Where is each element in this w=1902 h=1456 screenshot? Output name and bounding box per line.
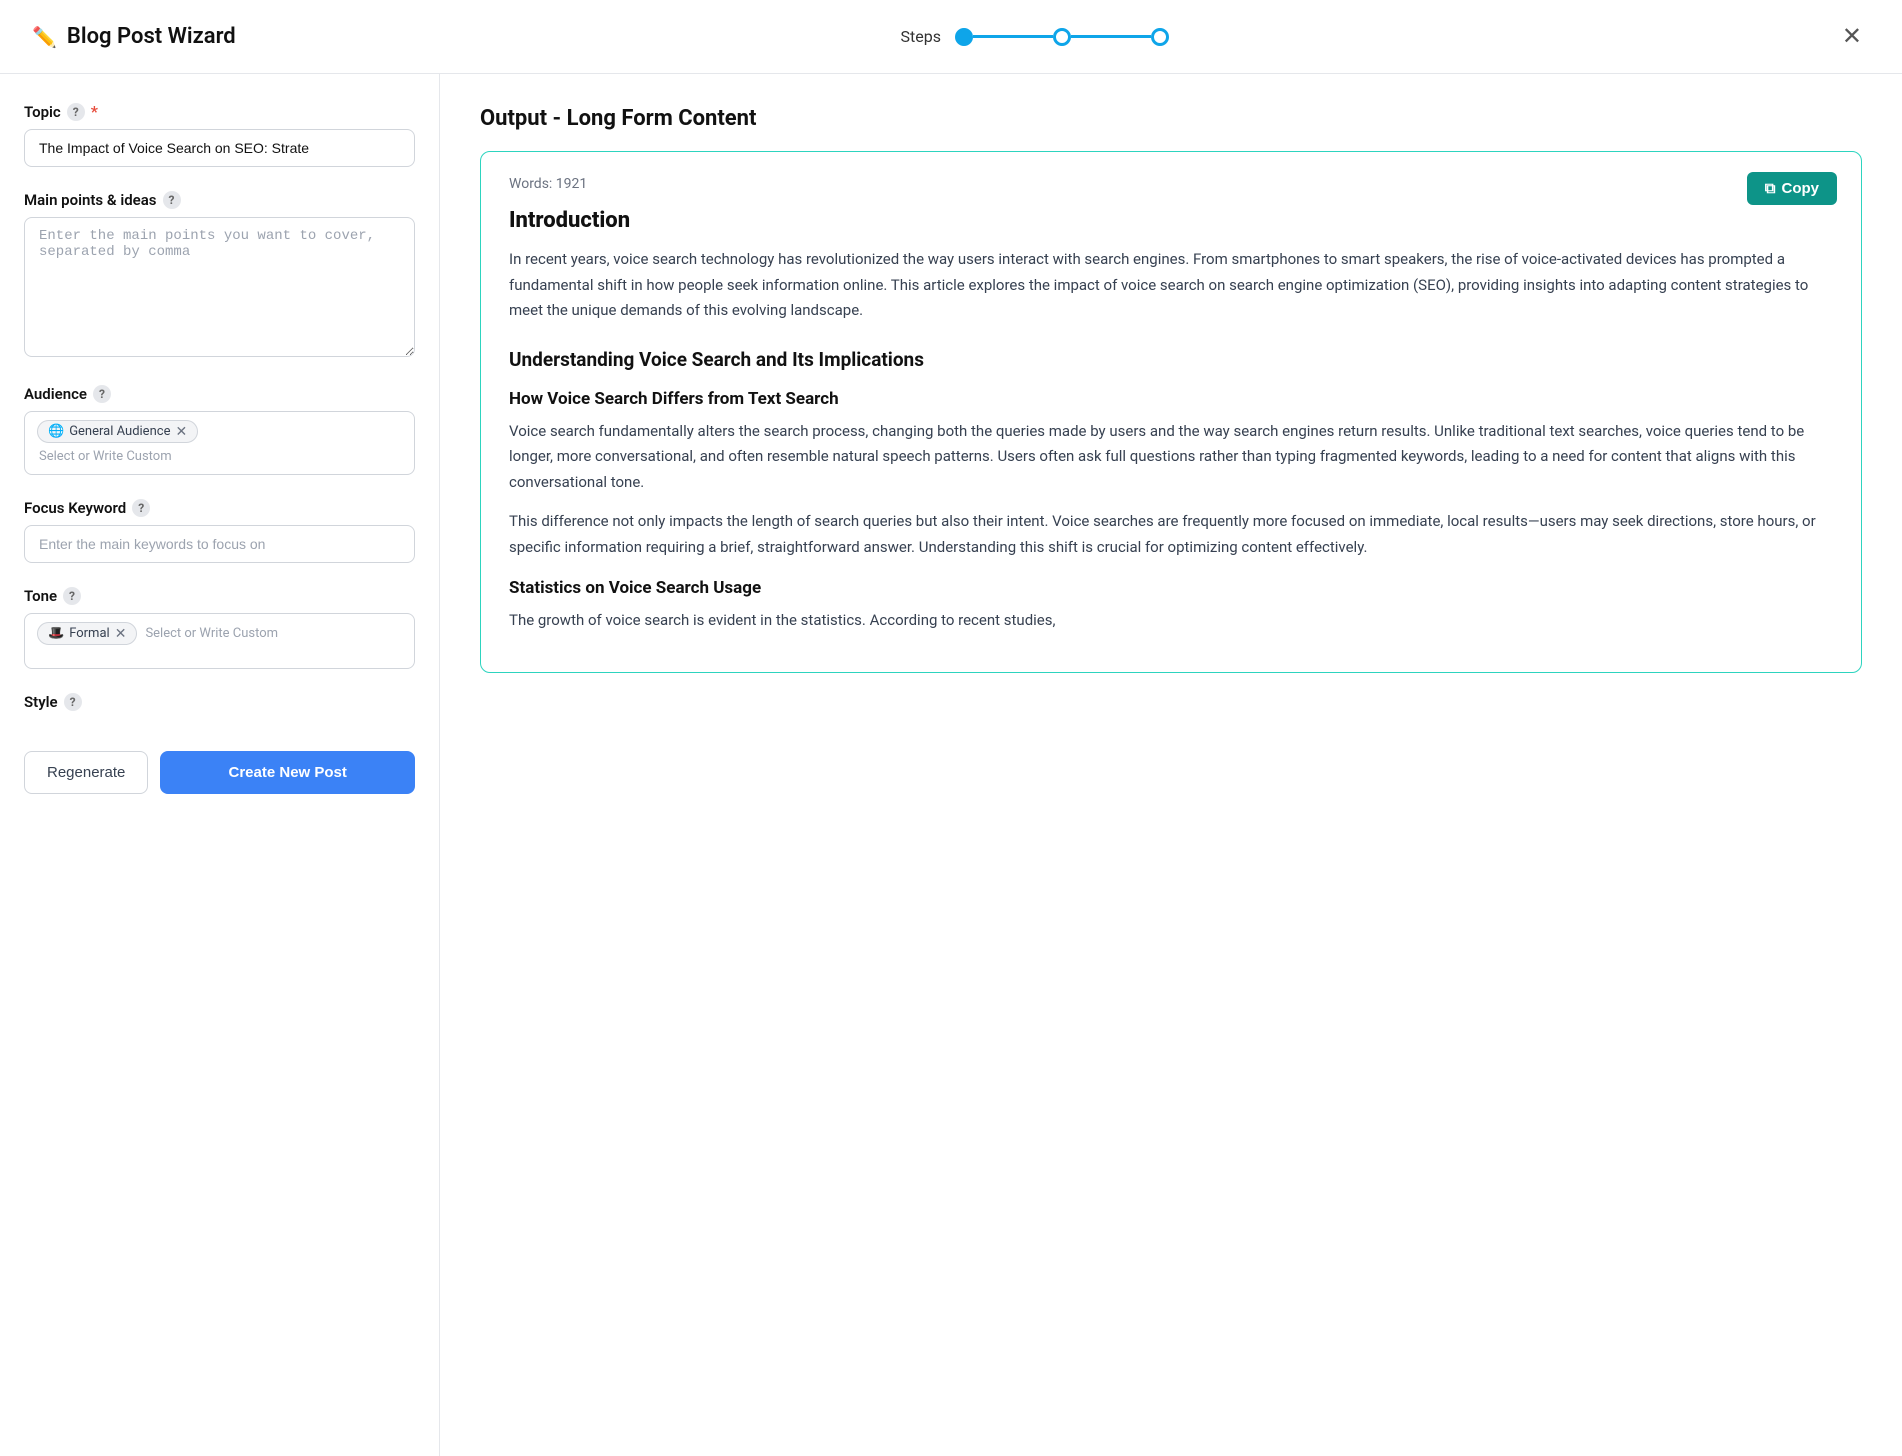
main-points-label: Main points & ideas ? bbox=[24, 191, 415, 209]
left-panel: Topic ? * Main points & ideas ? Audience… bbox=[0, 74, 440, 1456]
content-heading-voice-search: Understanding Voice Search and Its Impli… bbox=[509, 348, 1833, 371]
tone-tag-input[interactable]: 🎩 Formal ✕ Select or Write Custom bbox=[24, 613, 415, 669]
focus-keyword-label: Focus Keyword ? bbox=[24, 499, 415, 517]
main-points-textarea[interactable] bbox=[24, 217, 415, 357]
content-heading-introduction: Introduction bbox=[509, 208, 1833, 233]
pencil-icon: ✏️ bbox=[32, 25, 57, 49]
page-title: Blog Post Wizard bbox=[67, 24, 236, 49]
content-intro-paragraph: In recent years, voice search technology… bbox=[509, 247, 1833, 324]
audience-tag-remove[interactable]: ✕ bbox=[175, 425, 187, 439]
step-1-dot bbox=[955, 28, 973, 46]
topic-label: Topic ? * bbox=[24, 102, 415, 121]
output-card: Words: 1921 ⧉ Copy Introduction In recen… bbox=[480, 151, 1862, 673]
steps-tracker: Steps bbox=[901, 27, 1169, 46]
main-points-field: Main points & ideas ? bbox=[24, 191, 415, 361]
copy-button[interactable]: ⧉ Copy bbox=[1747, 172, 1837, 205]
content-heading-statistics: Statistics on Voice Search Usage bbox=[509, 578, 1833, 598]
header-left: ✏️ Blog Post Wizard bbox=[32, 24, 236, 49]
steps-track bbox=[955, 28, 1169, 46]
audience-tag-input[interactable]: 🌐 General Audience ✕ Select or Write Cus… bbox=[24, 411, 415, 475]
topic-field: Topic ? * bbox=[24, 102, 415, 167]
tone-tag-remove[interactable]: ✕ bbox=[115, 627, 127, 641]
main-layout: Topic ? * Main points & ideas ? Audience… bbox=[0, 74, 1902, 1456]
right-panel: Output - Long Form Content Words: 1921 ⧉… bbox=[440, 74, 1902, 1456]
tone-placeholder: Select or Write Custom bbox=[143, 624, 280, 643]
style-label: Style ? bbox=[24, 693, 415, 711]
tone-tag-text: Formal bbox=[69, 626, 110, 641]
audience-tags-row: 🌐 General Audience ✕ bbox=[37, 420, 402, 443]
audience-tag-emoji: 🌐 bbox=[48, 424, 64, 439]
tone-tags-row: 🎩 Formal ✕ Select or Write Custom bbox=[37, 622, 402, 645]
step-2-dot bbox=[1053, 28, 1071, 46]
audience-tag: 🌐 General Audience ✕ bbox=[37, 420, 198, 443]
focus-keyword-help-icon[interactable]: ? bbox=[132, 499, 150, 517]
main-points-help-icon[interactable]: ? bbox=[163, 191, 181, 209]
tone-tag-emoji: 🎩 bbox=[48, 626, 64, 641]
create-new-post-button[interactable]: Create New Post bbox=[160, 751, 415, 794]
audience-help-icon[interactable]: ? bbox=[93, 385, 111, 403]
content-paragraph-3: The growth of voice search is evident in… bbox=[509, 608, 1833, 634]
style-help-icon[interactable]: ? bbox=[64, 693, 82, 711]
step-3-dot bbox=[1151, 28, 1169, 46]
topic-help-icon[interactable]: ? bbox=[67, 103, 85, 121]
focus-keyword-input[interactable] bbox=[24, 525, 415, 563]
style-field: Style ? bbox=[24, 693, 415, 719]
output-title: Output - Long Form Content bbox=[480, 106, 1862, 131]
close-button[interactable]: ✕ bbox=[1834, 18, 1870, 55]
audience-tag-text: General Audience bbox=[69, 424, 170, 439]
required-indicator: * bbox=[91, 102, 98, 121]
content-paragraph-1: Voice search fundamentally alters the se… bbox=[509, 419, 1833, 496]
header: ✏️ Blog Post Wizard Steps ✕ bbox=[0, 0, 1902, 74]
copy-icon: ⧉ bbox=[1765, 180, 1776, 197]
content-paragraph-2: This difference not only impacts the len… bbox=[509, 509, 1833, 560]
tone-help-icon[interactable]: ? bbox=[63, 587, 81, 605]
tone-field: Tone ? 🎩 Formal ✕ Select or Write Custom bbox=[24, 587, 415, 669]
step-line-2 bbox=[1071, 35, 1151, 38]
tone-tag: 🎩 Formal ✕ bbox=[37, 622, 137, 645]
words-count: Words: 1921 bbox=[509, 176, 1833, 192]
content-heading-differs: How Voice Search Differs from Text Searc… bbox=[509, 389, 1833, 409]
step-line-1 bbox=[973, 35, 1053, 38]
steps-label: Steps bbox=[901, 27, 941, 46]
topic-input[interactable] bbox=[24, 129, 415, 167]
audience-placeholder: Select or Write Custom bbox=[37, 447, 402, 466]
action-buttons: Regenerate Create New Post bbox=[24, 751, 415, 794]
copy-btn-label: Copy bbox=[1782, 180, 1820, 197]
audience-field: Audience ? 🌐 General Audience ✕ Select o… bbox=[24, 385, 415, 475]
focus-keyword-field: Focus Keyword ? bbox=[24, 499, 415, 563]
audience-label: Audience ? bbox=[24, 385, 415, 403]
tone-label: Tone ? bbox=[24, 587, 415, 605]
regenerate-button[interactable]: Regenerate bbox=[24, 751, 148, 794]
